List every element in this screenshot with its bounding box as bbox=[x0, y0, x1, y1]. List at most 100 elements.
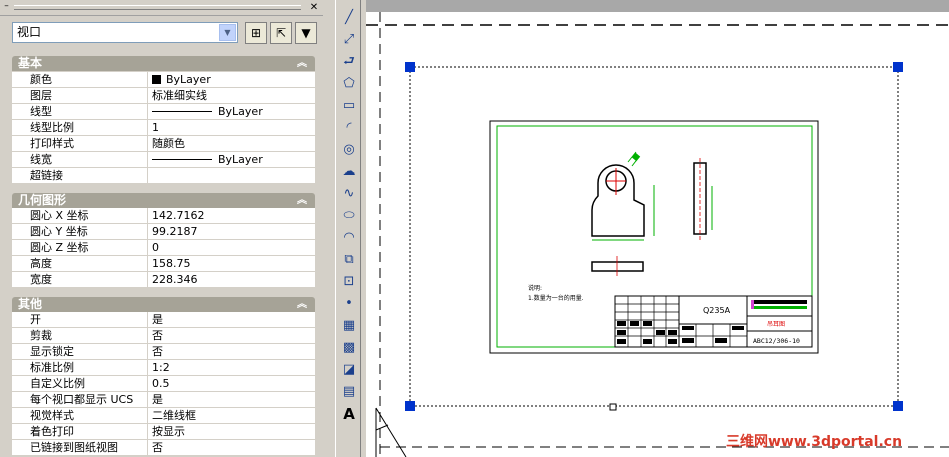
grip-bottom-mid[interactable] bbox=[609, 403, 617, 411]
arc-icon[interactable]: ◜ bbox=[339, 118, 359, 138]
property-row-ltscale[interactable]: 线型比例 1 bbox=[12, 120, 315, 136]
property-value[interactable]: ByLayer bbox=[148, 152, 315, 167]
property-row-clipped[interactable]: 剪裁 否 bbox=[12, 328, 315, 344]
linetype-sample bbox=[152, 111, 212, 112]
property-value[interactable]: 0.5 bbox=[148, 376, 315, 391]
polyline-icon[interactable]: ⮐ bbox=[339, 52, 359, 72]
grip-bottom-left[interactable] bbox=[405, 401, 415, 411]
drawing-number-label: ABC12/306-10 bbox=[753, 337, 800, 345]
property-row-plotstyle[interactable]: 打印样式 随颜色 bbox=[12, 136, 315, 152]
construction-line-icon[interactable]: ⤢ bbox=[339, 30, 359, 50]
palette-grip[interactable] bbox=[14, 5, 301, 10]
property-value[interactable]: 标准细实线 bbox=[148, 88, 315, 103]
property-value[interactable]: 228.346 bbox=[148, 272, 315, 287]
collapse-icon[interactable]: ︽ bbox=[297, 297, 307, 312]
property-row-height[interactable]: 高度 158.75 bbox=[12, 256, 315, 272]
property-row-linetype[interactable]: 线型 ByLayer bbox=[12, 104, 315, 120]
property-label: 自定义比例 bbox=[12, 376, 148, 391]
ellipse-icon[interactable]: ⬭ bbox=[339, 206, 359, 226]
property-row-standard-scale[interactable]: 标准比例 1:2 bbox=[12, 360, 315, 376]
object-type-select[interactable]: 视口 ▼ bbox=[12, 22, 238, 43]
property-value[interactable]: 1 bbox=[148, 120, 315, 135]
revision-cloud-icon[interactable]: ☁ bbox=[339, 162, 359, 182]
polygon-icon[interactable]: ⬠ bbox=[339, 74, 359, 94]
property-value[interactable]: ByLayer bbox=[148, 72, 315, 87]
property-label: 标准比例 bbox=[12, 360, 148, 375]
region-icon[interactable]: ◪ bbox=[339, 360, 359, 380]
make-block-icon[interactable]: ⊡ bbox=[339, 272, 359, 292]
close-icon[interactable]: ✕ bbox=[308, 2, 320, 14]
property-row-center-x[interactable]: 圆心 X 坐标 142.7162 bbox=[12, 208, 315, 224]
property-value[interactable]: 99.2187 bbox=[148, 224, 315, 239]
section-header-geometry[interactable]: 几何图形 ︽ bbox=[12, 193, 315, 208]
hatch-icon[interactable]: ▦ bbox=[339, 316, 359, 336]
insert-block-icon[interactable]: ⧉ bbox=[339, 250, 359, 270]
property-row-center-y[interactable]: 圆心 Y 坐标 99.2187 bbox=[12, 224, 315, 240]
property-value-text: ByLayer bbox=[166, 73, 211, 86]
color-swatch bbox=[152, 75, 161, 84]
collapse-icon[interactable]: ︽ bbox=[297, 56, 307, 71]
line-tool-icon[interactable]: ╱ bbox=[339, 8, 359, 28]
select-objects-button[interactable]: ⇱ bbox=[270, 22, 292, 44]
property-row-shade-plot[interactable]: 着色打印 按显示 bbox=[12, 424, 315, 440]
property-label: 视觉样式 bbox=[12, 408, 148, 423]
section-rows-misc: 开 是 剪裁 否 显示锁定 否 标准比例 1:2 自定义比例 0.5 每个视口都… bbox=[12, 312, 315, 456]
property-value[interactable] bbox=[148, 168, 315, 183]
pickadd-icon: ⊞ bbox=[250, 26, 262, 40]
pickadd-toggle-button[interactable]: ⊞ bbox=[245, 22, 267, 44]
property-row-center-z[interactable]: 圆心 Z 坐标 0 bbox=[12, 240, 315, 256]
ellipse-arc-icon[interactable]: ◠ bbox=[339, 228, 359, 248]
collapse-icon[interactable]: ︽ bbox=[297, 193, 307, 208]
property-row-ucs-per-viewport[interactable]: 每个视口都显示 UCS 是 bbox=[12, 392, 315, 408]
property-value[interactable]: 否 bbox=[148, 344, 315, 359]
property-row-on[interactable]: 开 是 bbox=[12, 312, 315, 328]
note-line: 1.数量为一台的用量. bbox=[528, 294, 584, 302]
section-header-general[interactable]: 基本 ︽ bbox=[12, 56, 315, 71]
property-value[interactable]: 随颜色 bbox=[148, 136, 315, 151]
property-value[interactable]: ByLayer bbox=[148, 104, 315, 119]
spline-icon[interactable]: ∿ bbox=[339, 184, 359, 204]
property-row-linked-sheet-view[interactable]: 已链接到图纸视图 否 bbox=[12, 440, 315, 456]
property-row-layer[interactable]: 图层 标准细实线 bbox=[12, 88, 315, 104]
chevron-down-icon[interactable]: ▼ bbox=[219, 24, 236, 41]
property-label: 剪裁 bbox=[12, 328, 148, 343]
palette-titlebar[interactable]: – ✕ bbox=[0, 0, 323, 16]
property-value[interactable]: 158.75 bbox=[148, 256, 315, 271]
section-header-misc[interactable]: 其他 ︽ bbox=[12, 297, 315, 312]
property-value[interactable]: 二维线框 bbox=[148, 408, 315, 423]
properties-palette: – ✕ 视口 ▼ ⊞ ⇱ ▼ 基本 ︽ 颜色 ByLayer 图层 标准细实线 … bbox=[0, 0, 323, 457]
property-value[interactable]: 是 bbox=[148, 392, 315, 407]
drawing-canvas[interactable]: 说明: 1.数量为一台的用量. Q235A 吊耳图 ABC12/306-10 三… bbox=[366, 0, 949, 457]
rectangle-icon[interactable]: ▭ bbox=[339, 96, 359, 116]
property-label: 打印样式 bbox=[12, 136, 148, 151]
property-row-hyperlink[interactable]: 超链接 bbox=[12, 168, 315, 184]
grip-top-right[interactable] bbox=[893, 62, 903, 72]
grip-bottom-right[interactable] bbox=[893, 401, 903, 411]
property-label: 圆心 Z 坐标 bbox=[12, 240, 148, 255]
property-value[interactable]: 是 bbox=[148, 312, 315, 327]
grip-top-left[interactable] bbox=[405, 62, 415, 72]
quick-select-button[interactable]: ▼ bbox=[295, 22, 317, 44]
property-label: 显示锁定 bbox=[12, 344, 148, 359]
lineweight-sample bbox=[152, 159, 212, 160]
property-row-color[interactable]: 颜色 ByLayer bbox=[12, 72, 315, 88]
gradient-icon[interactable]: ▩ bbox=[339, 338, 359, 358]
property-row-display-locked[interactable]: 显示锁定 否 bbox=[12, 344, 315, 360]
point-icon[interactable]: • bbox=[339, 294, 359, 314]
property-value[interactable]: 142.7162 bbox=[148, 208, 315, 223]
property-row-visual-style[interactable]: 视觉样式 二维线框 bbox=[12, 408, 315, 424]
multiline-text-icon[interactable]: A bbox=[339, 404, 359, 424]
circle-icon[interactable]: ◎ bbox=[339, 140, 359, 160]
property-label: 线型 bbox=[12, 104, 148, 119]
property-value[interactable]: 否 bbox=[148, 440, 315, 455]
select-cursor-icon: ⇱ bbox=[275, 26, 287, 40]
property-value[interactable]: 否 bbox=[148, 328, 315, 343]
minimize-icon[interactable]: – bbox=[2, 2, 11, 12]
property-row-width[interactable]: 宽度 228.346 bbox=[12, 272, 315, 288]
property-value[interactable]: 0 bbox=[148, 240, 315, 255]
property-value[interactable]: 按显示 bbox=[148, 424, 315, 439]
property-row-lineweight[interactable]: 线宽 ByLayer bbox=[12, 152, 315, 168]
property-value[interactable]: 1:2 bbox=[148, 360, 315, 375]
table-icon[interactable]: ▤ bbox=[339, 382, 359, 402]
property-row-custom-scale[interactable]: 自定义比例 0.5 bbox=[12, 376, 315, 392]
